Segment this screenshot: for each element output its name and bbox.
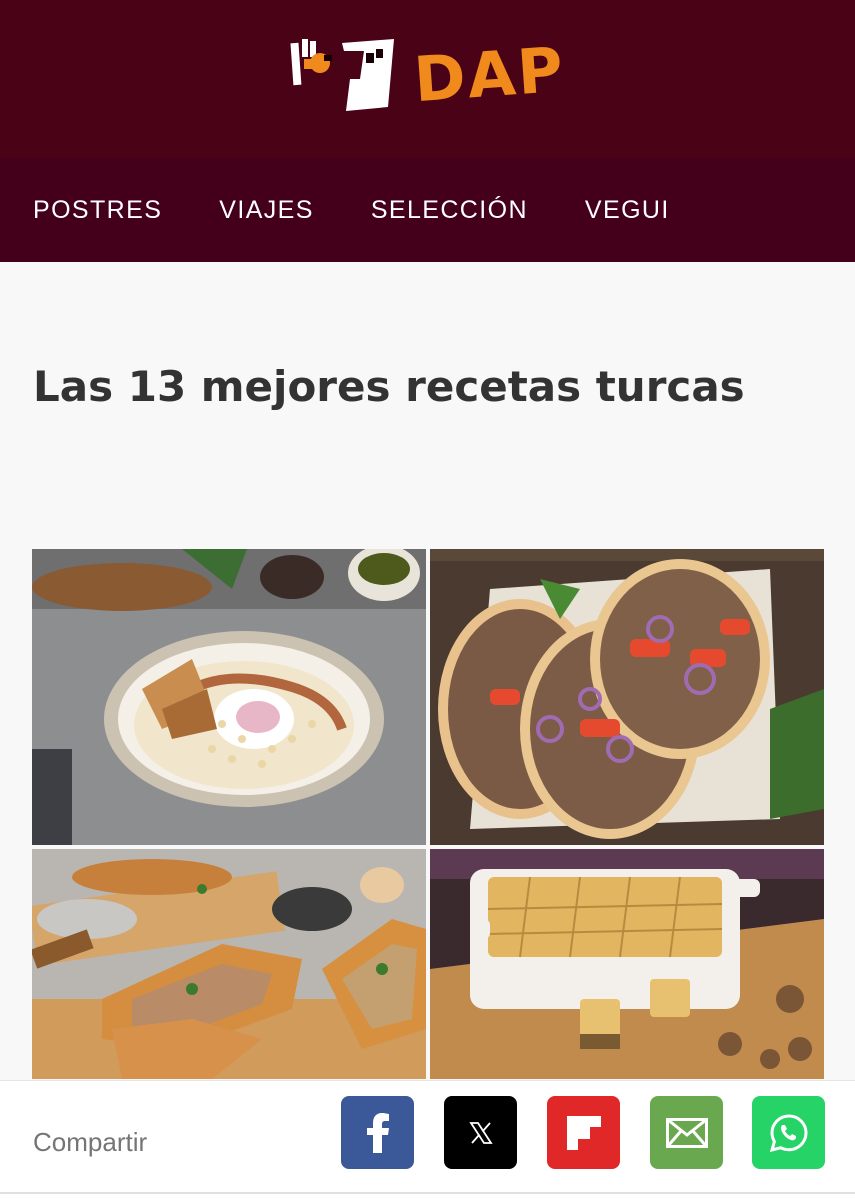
nav-item-postres[interactable]: POSTRES xyxy=(33,196,162,225)
mail-icon xyxy=(665,1117,708,1148)
image-turkish-eggs[interactable] xyxy=(32,549,426,845)
site-header: DAP xyxy=(0,0,855,158)
logo-faces-icon xyxy=(290,39,395,111)
turkish-eggs-photo xyxy=(32,549,426,845)
image-pide[interactable] xyxy=(32,849,426,1079)
facebook-icon xyxy=(366,1112,389,1153)
share-whatsapp-button[interactable] xyxy=(752,1096,825,1169)
bottom-divider xyxy=(0,1192,855,1194)
pide-photo xyxy=(32,849,426,1079)
share-bar: Compartir xyxy=(0,1080,855,1200)
share-flipboard-button[interactable] xyxy=(547,1096,620,1169)
image-lahmacun[interactable] xyxy=(430,549,824,845)
share-x-button[interactable] xyxy=(444,1096,517,1169)
baklava-photo xyxy=(430,849,824,1079)
logo-text: DAP xyxy=(411,32,568,117)
main-nav: POSTRES VIAJES SELECCIÓN VEGUI xyxy=(0,158,855,262)
article-title: Las 13 mejores recetas turcas xyxy=(33,362,745,411)
site-logo[interactable]: DAP xyxy=(290,32,568,117)
share-facebook-button[interactable] xyxy=(341,1096,414,1169)
flipboard-icon xyxy=(566,1115,601,1150)
lahmacun-photo xyxy=(430,549,824,845)
share-label: Compartir xyxy=(33,1127,148,1157)
nav-item-vegui[interactable]: VEGUI xyxy=(585,196,670,225)
x-icon xyxy=(468,1121,493,1144)
article-image-grid[interactable] xyxy=(32,549,824,1079)
share-email-button[interactable] xyxy=(650,1096,723,1169)
image-baklava[interactable] xyxy=(430,849,824,1079)
whatsapp-icon xyxy=(769,1113,808,1152)
nav-item-seleccion[interactable]: SELECCIÓN xyxy=(371,196,528,225)
nav-item-viajes[interactable]: VIAJES xyxy=(219,196,314,225)
